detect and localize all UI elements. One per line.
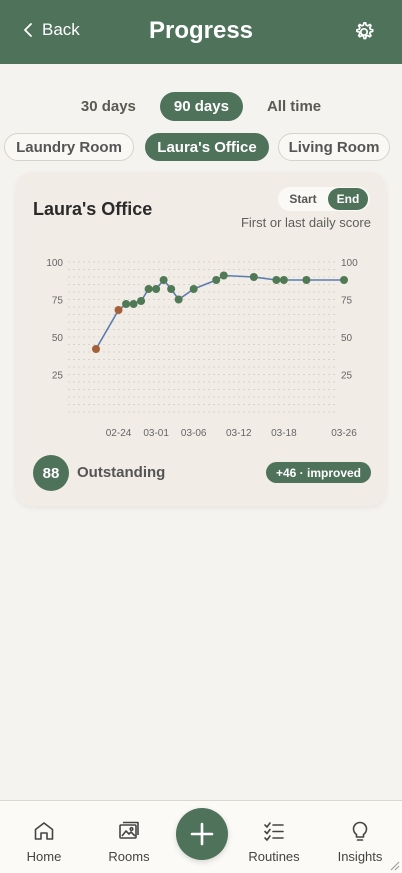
y-tick-label-right: 25	[341, 371, 353, 382]
data-point	[114, 306, 123, 314]
checklist-icon	[264, 822, 284, 841]
y-tick-label-right: 50	[341, 333, 353, 344]
data-point	[92, 345, 100, 353]
back-label: Back	[42, 20, 80, 39]
nav-label-insights: Insights	[337, 849, 383, 864]
data-point	[279, 276, 288, 284]
data-point	[212, 276, 221, 284]
room-chips: Laundry Room Laura's Office Living Room	[0, 133, 402, 163]
header-bar: Back Progress	[0, 0, 402, 64]
home-icon	[34, 822, 54, 840]
x-tick-label: 02-24	[106, 428, 132, 439]
x-tick-label: 03-18	[271, 428, 297, 439]
y-tick-label-left: 25	[52, 371, 64, 382]
room-chip-lauras-office[interactable]: Laura's Office	[145, 133, 269, 161]
y-tick-label-right: 100	[341, 258, 358, 269]
nav-home[interactable]: Home	[9, 819, 79, 864]
data-point	[340, 276, 348, 284]
data-point	[159, 276, 168, 284]
back-button[interactable]: Back	[22, 20, 80, 40]
y-tick-label-left: 75	[52, 296, 64, 307]
data-point	[152, 285, 161, 293]
data-point	[144, 285, 153, 293]
x-tick-label: 03-26	[331, 428, 357, 439]
x-tick-label: 03-12	[226, 428, 252, 439]
range-selector: 30 days 90 days All time	[0, 92, 402, 121]
chevron-left-icon	[24, 23, 32, 37]
room-chip-living-room[interactable]: Living Room	[278, 133, 390, 161]
plus-icon	[190, 822, 214, 846]
nav-routines[interactable]: Routines	[239, 819, 309, 864]
data-point	[174, 295, 183, 304]
nav-label-rooms: Rooms	[108, 849, 150, 864]
nav-label-home: Home	[26, 849, 62, 864]
data-point	[122, 300, 131, 308]
data-point	[219, 271, 228, 280]
add-button[interactable]	[176, 808, 228, 860]
rooms-icon	[119, 821, 139, 839]
change-badge: +46 · improved	[266, 462, 371, 483]
data-point	[129, 300, 138, 308]
data-point	[302, 276, 311, 284]
lightbulb-icon	[352, 821, 368, 841]
room-chip-laundry-room[interactable]: Laundry Room	[4, 133, 134, 161]
bottom-nav: Home Rooms Routines Insights	[0, 800, 402, 873]
nav-insights[interactable]: Insights	[325, 819, 395, 864]
resize-handle-icon	[390, 861, 400, 871]
data-point	[167, 285, 176, 293]
nav-rooms[interactable]: Rooms	[94, 819, 164, 864]
data-point	[137, 297, 146, 305]
series-line	[95, 274, 344, 350]
score-label: Outstanding	[77, 464, 166, 481]
nav-label-routines: Routines	[248, 849, 300, 864]
data-point	[272, 276, 281, 284]
data-point	[189, 285, 198, 293]
score-circle: 88	[33, 455, 69, 491]
score-line-chart: 25 25 50 50 75 75 100 100 02-24 03-01 03-06 03-12 03…	[46, 258, 358, 439]
range-30-days[interactable]: 30 days	[71, 92, 146, 121]
progress-card: Laura's Office Start End First or last d…	[16, 172, 386, 506]
gear-icon[interactable]	[352, 20, 376, 44]
x-tick-label: 03-01	[143, 428, 169, 439]
y-tick-label-right: 75	[341, 296, 353, 307]
range-90-days[interactable]: 90 days	[159, 92, 243, 121]
y-tick-label-left: 50	[52, 333, 64, 344]
x-tick-label: 03-06	[181, 428, 207, 439]
y-tick-label-left: 100	[46, 258, 63, 269]
range-all-time[interactable]: All time	[257, 92, 331, 121]
data-point	[249, 273, 258, 281]
